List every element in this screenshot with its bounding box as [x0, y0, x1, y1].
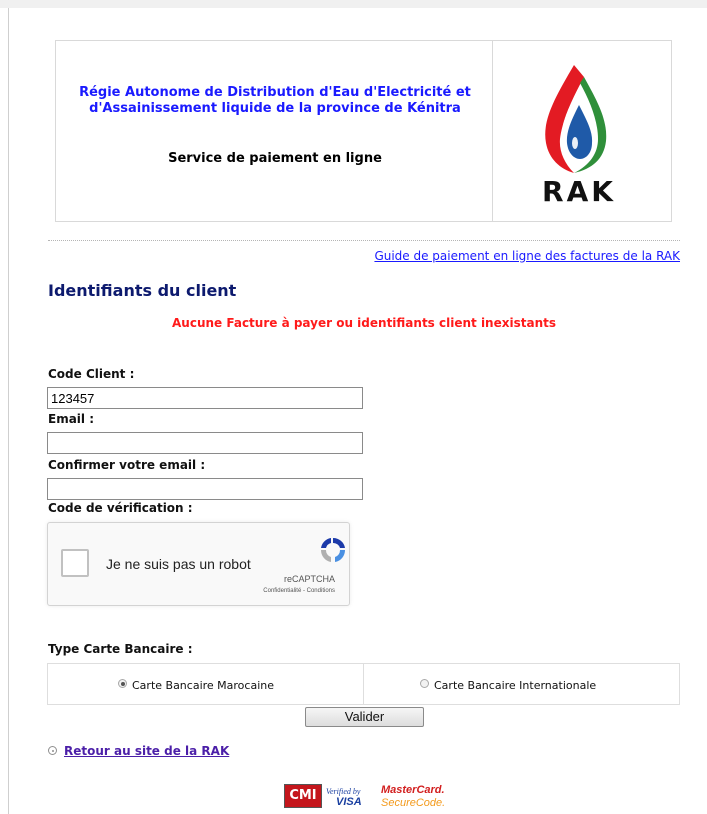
card-type-label: Type Carte Bancaire :	[48, 642, 193, 656]
section-title: Identifiants du client	[48, 281, 237, 300]
card-type-options: Carte Bancaire Marocaine Carte Bancaire …	[47, 663, 680, 705]
frame-left-border	[8, 8, 9, 814]
confirm-email-label: Confirmer votre email :	[48, 458, 206, 472]
back-to-rak-link[interactable]: Retour au site de la RAK	[64, 744, 229, 758]
radio-label-marocaine: Carte Bancaire Marocaine	[132, 679, 274, 692]
header-text-cell: Régie Autonome de Distribution d'Eau d'E…	[56, 41, 492, 221]
recaptcha-label: Je ne suis pas un robot	[106, 556, 251, 572]
radio-carte-internationale[interactable]	[420, 679, 429, 688]
rak-logo-icon	[545, 65, 607, 173]
header-divider	[492, 41, 493, 221]
recaptcha-widget: Je ne suis pas un robot reCAPTCHA Confid…	[47, 522, 350, 606]
browser-top-strip	[0, 0, 707, 8]
email-input[interactable]	[47, 432, 363, 454]
mastercard-logo: MasterCard.	[381, 784, 445, 796]
radio-label-internationale: Carte Bancaire Internationale	[434, 679, 597, 692]
header-banner: Régie Autonome de Distribution d'Eau d'E…	[55, 40, 672, 222]
recaptcha-terms[interactable]: Confidentialité - Conditions	[263, 588, 335, 594]
recaptcha-brand: reCAPTCHA	[283, 574, 335, 584]
visa-logo: VISA	[336, 796, 362, 808]
organization-name: Régie Autonome de Distribution d'Eau d'E…	[79, 85, 471, 116]
error-message: Aucune Facture à payer ou identifiants c…	[172, 316, 556, 330]
confirm-email-input[interactable]	[47, 478, 363, 500]
recaptcha-icon	[320, 537, 346, 562]
verification-code-label: Code de vérification :	[48, 501, 193, 515]
dotted-separator	[48, 240, 680, 241]
rak-logo: RAK	[524, 59, 634, 209]
radio-carte-marocaine[interactable]	[118, 679, 127, 688]
validate-button[interactable]: Valider	[305, 707, 424, 727]
email-label: Email :	[48, 412, 95, 426]
code-client-label: Code Client :	[48, 367, 135, 381]
rak-logo-text: RAK	[542, 175, 616, 208]
service-title: Service de paiement en ligne	[168, 151, 382, 166]
code-client-input[interactable]	[47, 387, 363, 409]
verified-by-text: Verified by	[326, 787, 361, 796]
recaptcha-checkbox[interactable]	[61, 549, 89, 577]
securecode-logo: SecureCode.	[381, 797, 446, 809]
card-options-divider	[363, 664, 364, 704]
cmi-logo: CMI	[284, 784, 322, 808]
payment-logos: CMI Verified by VISA MasterCard. SecureC…	[284, 782, 454, 814]
radio-bullet-icon	[48, 746, 57, 755]
payment-guide-link[interactable]: Guide de paiement en ligne des factures …	[374, 249, 680, 263]
